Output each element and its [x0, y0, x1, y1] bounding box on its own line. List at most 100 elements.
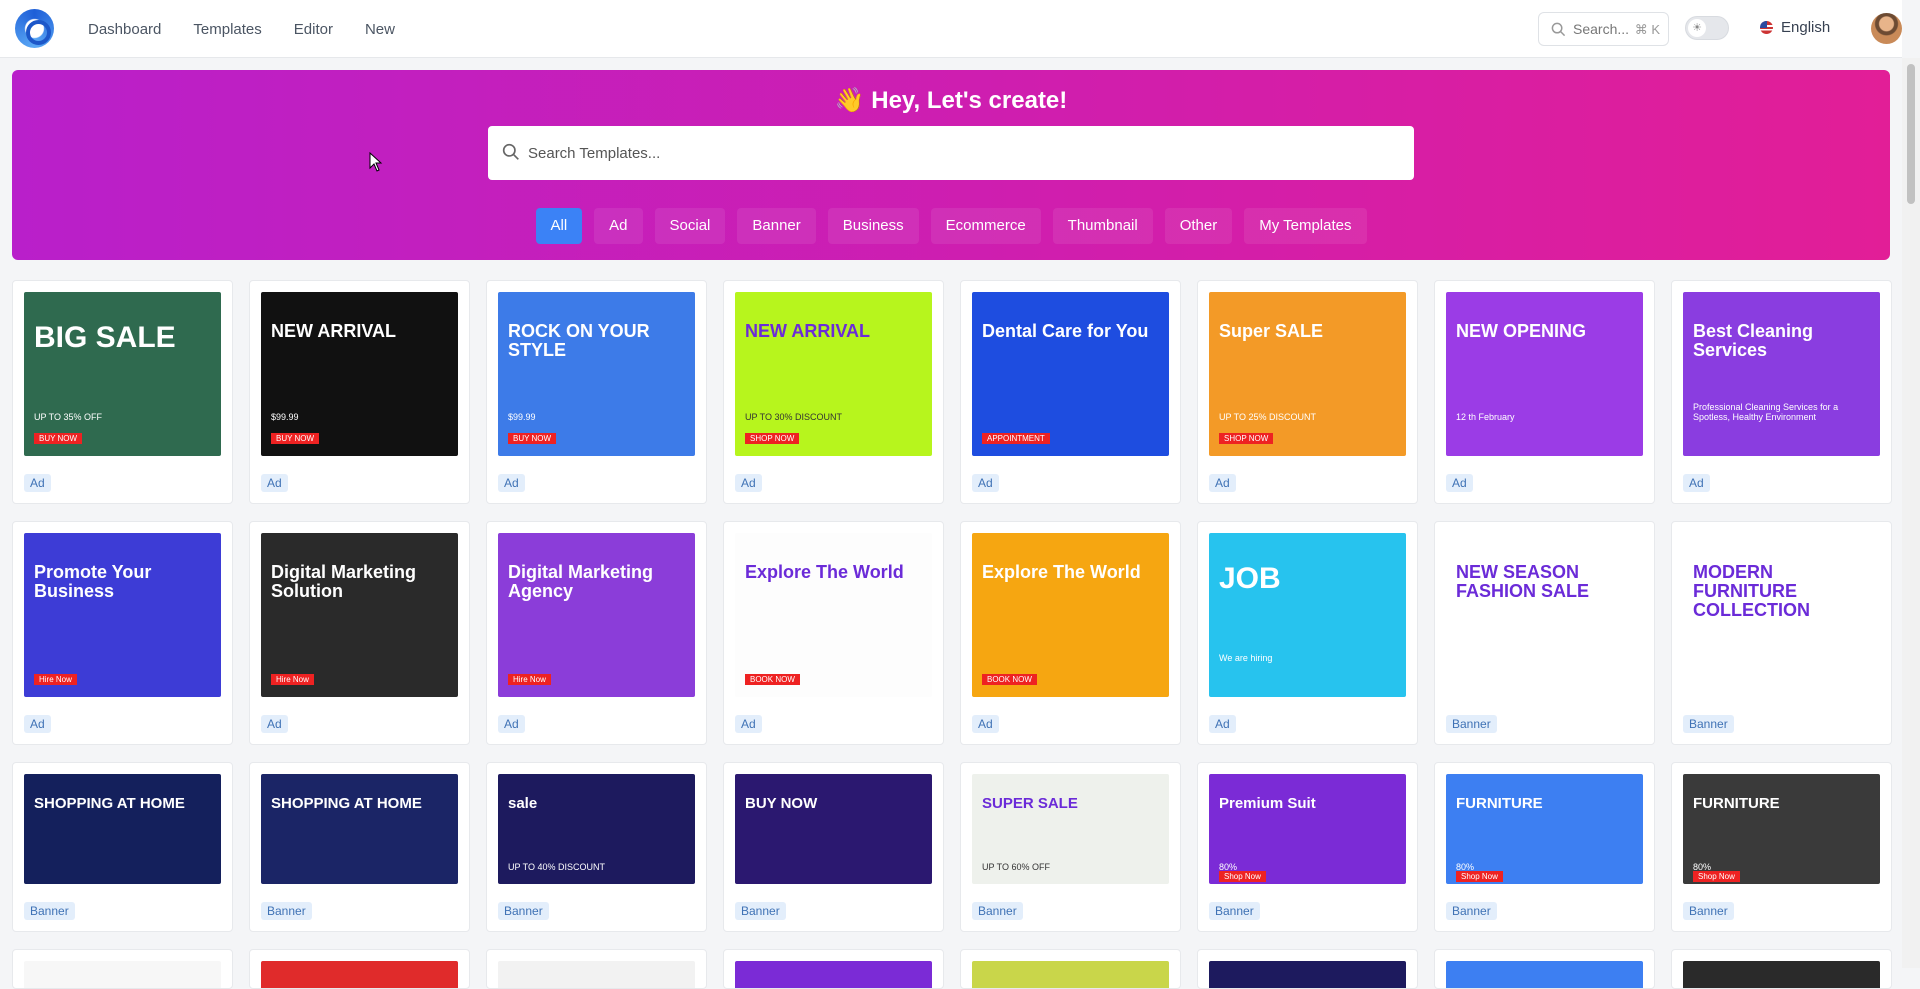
template-thumbnail[interactable]: FURNITURE 80% Shop Now — [1683, 774, 1880, 884]
template-thumbnail[interactable]: NEW SEASON FASHION SALE — [1446, 533, 1643, 697]
template-category-badge: Ad — [24, 474, 51, 492]
category-business[interactable]: Business — [827, 208, 919, 244]
template-card[interactable]: ROCK ON YOUR STYLE $99.99 BUY NOW Ad — [486, 280, 707, 504]
template-thumbnail[interactable]: NEW ARRIVAL $99.99 BUY NOW — [261, 292, 458, 456]
template-title: NEW SEASON FASHION SALE — [1456, 562, 1590, 601]
template-card[interactable]: NEW ARRIVAL UP TO 30% DISCOUNT SHOP NOW Ad — [723, 280, 944, 504]
template-thumbnail[interactable]: SHOPPING AT HOME — [261, 774, 458, 884]
template-thumbnail[interactable] — [24, 961, 221, 988]
hero-banner: 👋 Hey, Let's create! Search Templates...… — [12, 70, 1890, 260]
template-card[interactable] — [1434, 949, 1655, 989]
template-title: Explore The World — [745, 562, 904, 582]
template-thumbnail[interactable]: Dental Care for You APPOINTMENT — [972, 292, 1169, 456]
nav-dashboard[interactable]: Dashboard — [88, 21, 161, 38]
template-thumbnail[interactable] — [261, 961, 458, 988]
template-card[interactable]: SUPER SALE UP TO 60% OFF Banner — [960, 762, 1181, 932]
template-card[interactable]: Dental Care for You APPOINTMENT Ad — [960, 280, 1181, 504]
template-card[interactable]: NEW SEASON FASHION SALE Banner — [1434, 521, 1655, 745]
template-thumbnail[interactable]: Explore The World BOOK NOW — [735, 533, 932, 697]
template-card[interactable]: Premium Suit 80% Shop Now Banner — [1197, 762, 1418, 932]
template-card[interactable]: BIG SALE UP TO 35% OFF BUY NOW Ad — [12, 280, 233, 504]
template-title: Promote Your Business — [34, 562, 152, 601]
template-card[interactable]: JOB We are hiring Ad — [1197, 521, 1418, 745]
user-avatar[interactable] — [1871, 13, 1902, 44]
template-thumbnail[interactable]: SHOPPING AT HOME — [24, 774, 221, 884]
template-card[interactable]: Best Cleaning Services Professional Clean… — [1671, 280, 1892, 504]
template-thumbnail[interactable] — [498, 961, 695, 988]
template-title: Explore The World — [982, 562, 1141, 582]
category-thumbnail[interactable]: Thumbnail — [1052, 208, 1153, 244]
template-thumbnail[interactable] — [1446, 961, 1643, 988]
template-card[interactable]: Digital Marketing Solution Hire Now Ad — [249, 521, 470, 745]
category-all[interactable]: All — [535, 208, 583, 244]
template-thumbnail[interactable]: Digital Marketing Solution Hire Now — [261, 533, 458, 697]
template-card[interactable] — [960, 949, 1181, 989]
template-category-badge: Ad — [735, 715, 762, 733]
template-thumbnail[interactable]: Best Cleaning Services Professional Clean… — [1683, 292, 1880, 456]
template-thumbnail[interactable]: SUPER SALE UP TO 60% OFF — [972, 774, 1169, 884]
template-thumbnail[interactable]: sale UP TO 40% DISCOUNT — [498, 774, 695, 884]
template-thumbnail[interactable]: FURNITURE 80% Shop Now — [1446, 774, 1643, 884]
template-card[interactable]: MODERN FURNITURE COLLECTION Banner — [1671, 521, 1892, 745]
template-thumbnail[interactable]: Promote Your Business Hire Now — [24, 533, 221, 697]
template-card[interactable]: FURNITURE 80% Shop Now Banner — [1434, 762, 1655, 932]
template-title: NEW ARRIVAL — [271, 321, 396, 341]
template-card[interactable]: Digital Marketing Agency Hire Now Ad — [486, 521, 707, 745]
template-thumbnail[interactable] — [735, 961, 932, 988]
nav-new[interactable]: New — [365, 21, 395, 38]
template-thumbnail[interactable]: Explore The World BOOK NOW — [972, 533, 1169, 697]
template-thumbnail[interactable]: NEW ARRIVAL UP TO 30% DISCOUNT SHOP NOW — [735, 292, 932, 456]
nav-editor[interactable]: Editor — [294, 21, 333, 38]
category-other[interactable]: Other — [1164, 208, 1233, 244]
category-ad[interactable]: Ad — [594, 208, 643, 244]
language-label: English — [1781, 19, 1831, 36]
template-thumbnail[interactable]: ROCK ON YOUR STYLE $99.99 BUY NOW — [498, 292, 695, 456]
template-category-badge: Banner — [735, 902, 786, 920]
template-card[interactable] — [249, 949, 470, 989]
category-banner[interactable]: Banner — [737, 208, 816, 244]
category-my-templates[interactable]: My Templates — [1244, 208, 1367, 244]
template-thumbnail[interactable] — [972, 961, 1169, 988]
category-social[interactable]: Social — [654, 208, 726, 244]
theme-toggle[interactable] — [1685, 16, 1729, 40]
template-card[interactable] — [1671, 949, 1892, 989]
language-selector[interactable]: English — [1760, 19, 1830, 36]
template-thumbnail[interactable] — [1209, 961, 1406, 988]
template-thumbnail[interactable]: Super SALE UP TO 25% DISCOUNT SHOP NOW — [1209, 292, 1406, 456]
template-subtitle: Professional Cleaning Services for a Spo… — [1693, 402, 1839, 422]
template-title: BUY NOW — [745, 795, 818, 812]
template-card[interactable] — [486, 949, 707, 989]
template-card[interactable]: FURNITURE 80% Shop Now Banner — [1671, 762, 1892, 932]
template-cta: Shop Now — [1693, 871, 1740, 882]
template-card[interactable] — [723, 949, 944, 989]
category-ecommerce[interactable]: Ecommerce — [930, 208, 1041, 244]
template-search-input[interactable]: Search Templates... — [488, 126, 1414, 180]
template-thumbnail[interactable]: JOB We are hiring — [1209, 533, 1406, 697]
template-card[interactable] — [1197, 949, 1418, 989]
template-thumbnail[interactable] — [1683, 961, 1880, 988]
template-thumbnail[interactable]: Premium Suit 80% Shop Now — [1209, 774, 1406, 884]
template-card[interactable]: SHOPPING AT HOME Banner — [12, 762, 233, 932]
template-category-badge: Ad — [261, 474, 288, 492]
global-search-input[interactable]: Search... ⌘ K — [1538, 12, 1669, 46]
template-card[interactable]: NEW ARRIVAL $99.99 BUY NOW Ad — [249, 280, 470, 504]
template-thumbnail[interactable]: BIG SALE UP TO 35% OFF BUY NOW — [24, 292, 221, 456]
template-card[interactable]: SHOPPING AT HOME Banner — [249, 762, 470, 932]
template-card[interactable]: Explore The World BOOK NOW Ad — [960, 521, 1181, 745]
nav-templates[interactable]: Templates — [193, 21, 261, 38]
template-thumbnail[interactable]: BUY NOW — [735, 774, 932, 884]
template-card[interactable]: sale UP TO 40% DISCOUNT Banner — [486, 762, 707, 932]
template-card[interactable]: BUY NOW Banner — [723, 762, 944, 932]
template-thumbnail[interactable]: MODERN FURNITURE COLLECTION — [1683, 533, 1880, 697]
template-thumbnail[interactable]: Digital Marketing Agency Hire Now — [498, 533, 695, 697]
template-thumbnail[interactable]: NEW OPENING 12 th February — [1446, 292, 1643, 456]
app-logo-icon[interactable] — [15, 9, 54, 48]
template-card[interactable] — [12, 949, 233, 989]
template-card[interactable]: NEW OPENING 12 th February Ad — [1434, 280, 1655, 504]
template-card[interactable]: Promote Your Business Hire Now Ad — [12, 521, 233, 745]
template-card[interactable]: Super SALE UP TO 25% DISCOUNT SHOP NOW Ad — [1197, 280, 1418, 504]
template-card[interactable]: Explore The World BOOK NOW Ad — [723, 521, 944, 745]
page-scrollbar[interactable] — [1902, 58, 1920, 968]
template-category-badge: Ad — [498, 715, 525, 733]
template-category-badge: Banner — [1209, 902, 1260, 920]
